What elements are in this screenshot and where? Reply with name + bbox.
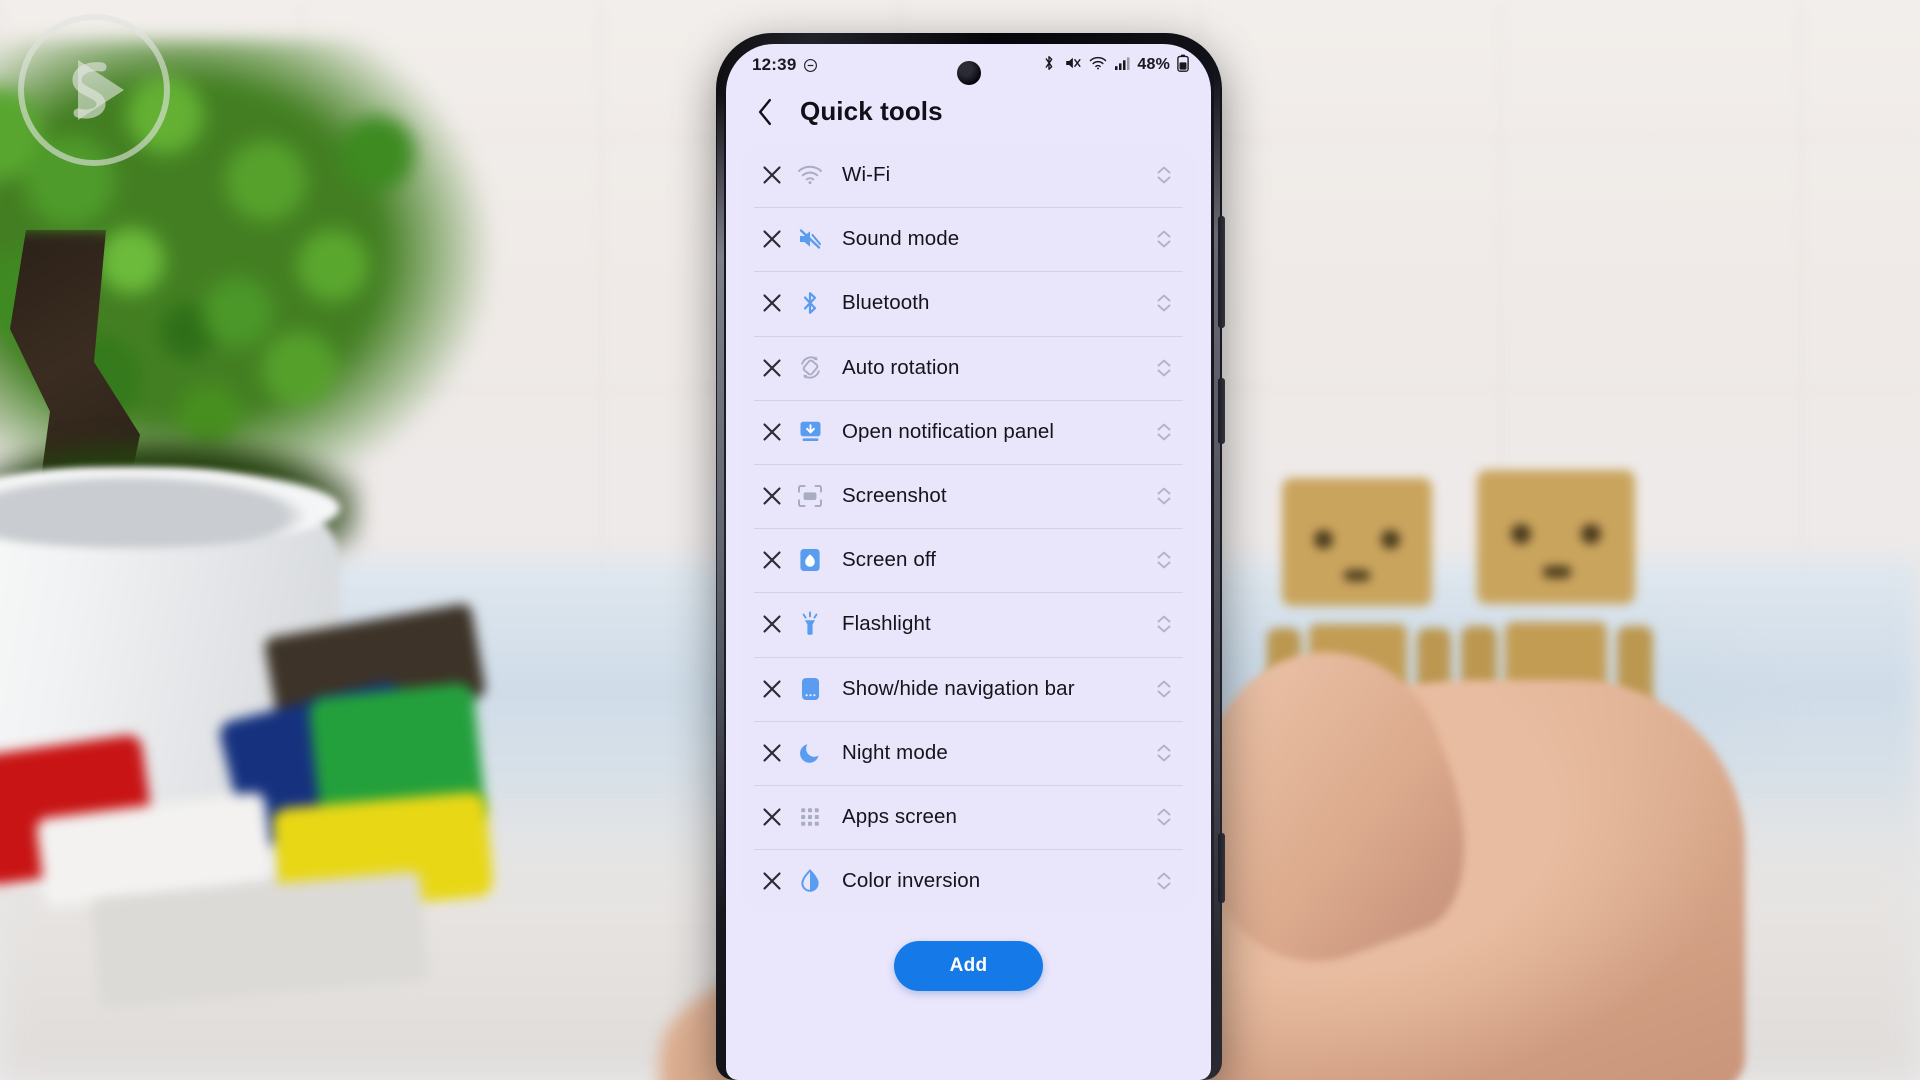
list-item-label: Auto rotation	[842, 355, 960, 379]
reorder-handle-icon[interactable]	[1149, 163, 1179, 187]
wifi-icon	[1089, 55, 1107, 76]
reorder-handle-icon[interactable]	[1149, 805, 1179, 829]
close-icon[interactable]	[754, 357, 790, 379]
quick-tools-list: Wi-Fi Sound mode Bluetooth Auto rotation…	[740, 143, 1197, 914]
back-chevron-icon[interactable]	[752, 97, 778, 127]
table-row[interactable]: Screenshot	[740, 463, 1197, 528]
color-inversion-icon	[792, 868, 828, 894]
bluetooth-icon	[1042, 54, 1056, 77]
bluetooth-icon	[792, 290, 828, 316]
close-icon[interactable]	[754, 292, 790, 314]
table-row[interactable]: Flashlight	[740, 592, 1197, 656]
navigation-bar-icon	[792, 676, 828, 702]
list-item-label: Apps screen	[842, 804, 958, 828]
phone-screen: 12:39 48% Quick tools Wi-Fi Sound mode B…	[726, 44, 1211, 1080]
table-row[interactable]: Screen off	[740, 528, 1197, 592]
table-row[interactable]: Apps screen	[740, 784, 1197, 849]
list-item-label: Color inversion	[842, 869, 981, 893]
reorder-handle-icon[interactable]	[1149, 612, 1179, 636]
night-mode-icon	[792, 740, 828, 765]
mute-speaker-icon	[792, 227, 828, 251]
close-icon[interactable]	[754, 678, 790, 700]
table-row[interactable]: Open notification panel	[740, 399, 1197, 464]
app-bar: Quick tools	[726, 86, 1211, 141]
list-item-label: Sound mode	[842, 227, 960, 251]
battery-icon	[1177, 54, 1189, 77]
list-item-label: Flashlight	[842, 612, 931, 636]
flashlight-icon	[792, 611, 828, 637]
table-row[interactable]: Sound mode	[740, 207, 1197, 271]
list-item-label: Bluetooth	[842, 291, 930, 315]
status-bar: 12:39 48%	[726, 44, 1211, 86]
page-title: Quick tools	[800, 96, 943, 126]
close-icon[interactable]	[754, 870, 790, 892]
dnd-icon	[803, 58, 818, 73]
table-row[interactable]: Show/hide navigation bar	[740, 656, 1197, 721]
close-icon[interactable]	[754, 228, 790, 250]
table-row[interactable]: Auto rotation	[740, 335, 1197, 400]
auto-rotation-icon	[792, 355, 828, 380]
status-icons: 48%	[1042, 54, 1189, 77]
list-item-label: Screenshot	[842, 484, 947, 508]
front-camera-punch-hole	[956, 61, 981, 85]
close-icon[interactable]	[754, 549, 790, 571]
notification-panel-icon	[792, 419, 828, 444]
reorder-handle-icon[interactable]	[1149, 291, 1179, 315]
table-row[interactable]: Night mode	[740, 720, 1197, 785]
screenshot-icon	[792, 484, 828, 508]
close-icon[interactable]	[754, 421, 790, 443]
wifi-icon	[792, 164, 828, 186]
reorder-handle-icon[interactable]	[1149, 484, 1179, 508]
reorder-handle-icon[interactable]	[1149, 227, 1179, 251]
table-row[interactable]: Bluetooth	[740, 271, 1197, 335]
list-item-label: Wi-Fi	[842, 163, 891, 187]
reorder-handle-icon[interactable]	[1149, 356, 1179, 380]
reorder-handle-icon[interactable]	[1149, 548, 1179, 572]
close-icon[interactable]	[754, 806, 790, 828]
phone-edge-highlight-left	[717, 93, 724, 913]
reorder-handle-icon[interactable]	[1149, 869, 1179, 893]
apps-grid-icon	[792, 805, 828, 829]
mute-icon	[1063, 54, 1082, 77]
reorder-handle-icon[interactable]	[1149, 677, 1179, 701]
power-button[interactable]	[1218, 378, 1225, 444]
table-row[interactable]: Wi-Fi	[740, 143, 1197, 207]
add-button-container: Add	[726, 913, 1211, 992]
list-item-label: Night mode	[842, 740, 948, 764]
volume-button[interactable]	[1218, 216, 1225, 328]
battery-percent-label: 48%	[1137, 56, 1170, 73]
close-icon[interactable]	[754, 613, 790, 635]
table-row[interactable]: Color inversion	[740, 849, 1197, 913]
close-icon[interactable]	[754, 164, 790, 186]
add-button[interactable]: Add	[893, 941, 1044, 992]
side-button-lower[interactable]	[1218, 833, 1225, 903]
list-item-label: Show/hide navigation bar	[842, 676, 1075, 700]
close-icon[interactable]	[754, 742, 790, 764]
reorder-handle-icon[interactable]	[1149, 741, 1179, 765]
phone-device: 12:39 48% Quick tools Wi-Fi Sound mode B…	[716, 33, 1225, 1080]
list-item-label: Screen off	[842, 548, 937, 572]
screen-off-icon	[792, 547, 828, 573]
close-icon[interactable]	[754, 485, 790, 507]
status-time: 12:39	[752, 55, 797, 74]
list-item-label: Open notification panel	[842, 419, 1055, 443]
reorder-handle-icon[interactable]	[1149, 420, 1179, 444]
signal-icon	[1114, 55, 1130, 76]
channel-logo-watermark	[18, 14, 170, 166]
